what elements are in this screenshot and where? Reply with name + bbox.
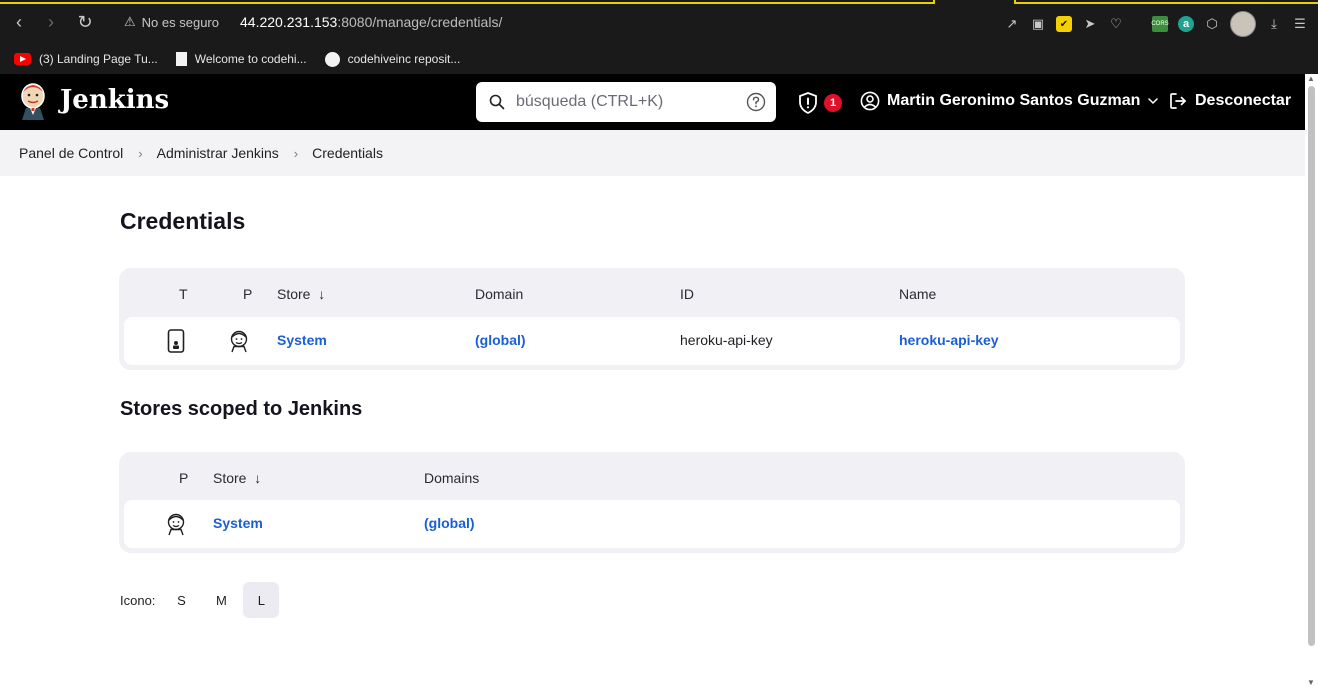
camera-icon[interactable]: ▣ [1030,16,1046,32]
bookmark-youtube[interactable]: (3) Landing Page Tu... [14,52,158,66]
address-bar-row: ‹ › ↻ ⚠ No es seguro 44.220.231.153:8080… [0,0,1318,44]
table-row: System (global) [124,500,1180,548]
breadcrumb: Panel de Control › Administrar Jenkins ›… [0,130,1305,176]
github-icon [324,51,340,67]
domain-link[interactable]: (global) [475,332,526,348]
search-input[interactable] [516,90,736,114]
store-link[interactable]: System [213,515,263,531]
search-icon [489,94,505,110]
mobile-credential-icon [167,329,185,353]
menu-icon[interactable]: ☰ [1292,16,1308,32]
bookmark-label: codehiveinc reposit... [347,52,461,66]
shield-extension-icon[interactable]: ✔ [1056,16,1072,32]
browser-toolbar: ↗ ▣ ✔ ➤ ♡ CORS a ⬡ ⤓ ☰ [1004,11,1308,37]
forward-icon[interactable]: › [40,10,62,34]
logout-icon [1170,93,1187,109]
table-row: System (global) heroku-api-key heroku-ap… [124,317,1180,365]
column-header-name[interactable]: Name [899,286,936,302]
credential-id: heroku-api-key [680,332,773,348]
bookmark-github[interactable]: codehiveinc reposit... [324,51,461,67]
url-field[interactable]: 44.220.231.153:8080/manage/credentials/ [240,14,502,30]
url-host: 44.220.231.153 [240,14,338,30]
send-icon[interactable]: ➤ [1082,16,1098,32]
cube-icon[interactable]: ⬡ [1204,16,1220,32]
logout-button[interactable]: Desconectar [1168,91,1291,111]
store-link[interactable]: System [277,332,327,348]
back-icon[interactable]: ‹ [8,10,30,34]
icon-size-s-button[interactable]: S [163,582,199,618]
column-header-provider: P [243,286,253,302]
credential-name-link[interactable]: heroku-api-key [899,332,999,348]
jenkins-logo-icon[interactable] [18,82,48,120]
warning-triangle-icon: ⚠ [124,14,136,29]
stores-table: P Store ↓ Domains System (global) [119,452,1185,553]
jenkins-provider-icon [167,513,185,536]
user-icon [860,91,880,111]
profile-avatar[interactable] [1230,11,1256,37]
shield-alert-icon [799,92,817,115]
column-header-domain[interactable]: Domain [475,286,523,302]
bookmarks-bar: (3) Landing Page Tu... Welcome to codehi… [0,44,1318,74]
scroll-up-icon[interactable]: ▲ [1307,74,1315,83]
bookmark-label: (3) Landing Page Tu... [39,52,158,66]
search-box[interactable] [476,82,776,122]
page-scrollbar[interactable]: ▲ ▼ [1305,74,1318,691]
security-warning[interactable]: ⚠ No es seguro [124,14,219,30]
youtube-icon [14,53,31,65]
breadcrumb-item-manage[interactable]: Administrar Jenkins [157,145,279,161]
domains-link[interactable]: (global) [424,515,475,531]
logout-label: Desconectar [1195,92,1292,109]
chevron-right-icon: › [293,145,299,161]
bookmark-label: Welcome to codehi... [194,52,307,66]
share-icon[interactable]: ↗ [1004,16,1020,32]
column-header-domains[interactable]: Domains [424,470,479,486]
breadcrumb-item-dashboard[interactable]: Panel de Control [19,145,123,161]
scroll-down-icon[interactable]: ▼ [1307,678,1315,687]
reload-icon[interactable]: ↻ [74,10,96,34]
bookmark-codehive[interactable]: Welcome to codehi... [175,52,307,66]
alert-count-badge: 1 [824,94,842,112]
user-name: Martin Geronimo Santos Guzman [887,92,1141,109]
column-header-store[interactable]: Store ↓ [277,286,325,302]
stores-section-title: Stores scoped to Jenkins [120,398,363,420]
toolbar-divider [1134,16,1142,32]
document-icon [175,52,187,66]
column-header-provider: P [179,470,189,486]
scroll-thumb[interactable] [1308,86,1315,646]
icon-size-selector: Icono: S M L [120,582,280,618]
jenkins-provider-icon [230,330,248,353]
column-header-store[interactable]: Store ↓ [213,470,261,486]
a-extension-icon[interactable]: a [1178,16,1194,32]
jenkins-logo-text[interactable]: Jenkins [60,83,169,117]
icon-size-l-button[interactable]: L [243,582,280,618]
url-path: :8080/manage/credentials/ [337,14,503,30]
security-alerts[interactable]: 1 [796,91,842,115]
breadcrumb-item-credentials[interactable]: Credentials [312,145,383,161]
browser-chrome: ‹ › ↻ ⚠ No es seguro 44.220.231.153:8080… [0,0,1318,74]
column-header-id[interactable]: ID [680,286,694,302]
chevron-down-icon [1148,98,1159,105]
icon-size-m-button[interactable]: M [203,582,239,618]
column-header-type: T [179,286,188,302]
icon-size-label: Icono: [120,592,156,608]
heart-icon[interactable]: ♡ [1108,16,1124,32]
credentials-table: T P Store ↓ Domain ID Name System (globa… [119,268,1185,370]
help-icon[interactable] [746,92,766,112]
download-icon[interactable]: ⤓ [1266,16,1282,32]
user-menu[interactable]: Martin Geronimo Santos Guzman [860,91,1159,111]
chevron-right-icon: › [138,145,143,161]
security-warning-label: No es seguro [141,14,219,30]
cors-extension-icon[interactable]: CORS [1151,16,1169,32]
page-title: Credentials [120,208,246,234]
